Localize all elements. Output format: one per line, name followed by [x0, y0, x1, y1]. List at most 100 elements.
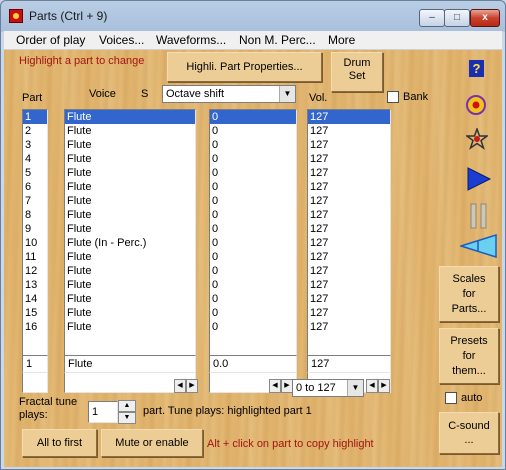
menu-waveforms[interactable]: Waveforms... — [156, 33, 226, 47]
drum-set-button[interactable]: Drum Set — [331, 52, 383, 92]
volume-list-item[interactable]: 127 — [308, 110, 390, 124]
part-list[interactable]: 1 2 3 4 5 6 7 8 9 10 11 12 13 14 15 16 — [22, 109, 48, 393]
chevron-down-icon[interactable]: ▼ — [347, 380, 363, 396]
voice-list-item[interactable]: Flute (In - Perc.) — [65, 236, 195, 250]
menu-voices[interactable]: Voices... — [99, 33, 144, 47]
shift-list-item[interactable]: 0 — [210, 306, 296, 320]
part-list-item[interactable]: 4 — [23, 152, 47, 166]
shift-list-item[interactable]: 0 — [210, 236, 296, 250]
voice-list-item[interactable]: Flute — [65, 208, 195, 222]
fractal-tune-spinner[interactable]: ▲ ▼ — [118, 400, 136, 424]
menu-more[interactable]: More — [328, 33, 355, 47]
volume-list-item[interactable]: 127 — [308, 278, 390, 292]
volume-list-item[interactable]: 127 — [308, 292, 390, 306]
part-list-item[interactable]: 2 — [23, 124, 47, 138]
menu-order-of-play[interactable]: Order of play — [16, 33, 85, 47]
minimize-button[interactable]: – — [419, 9, 445, 27]
voice-list-item[interactable]: Flute — [65, 110, 195, 124]
shift-list-item[interactable]: 0 — [210, 166, 296, 180]
spin-down-icon[interactable]: ▼ — [118, 412, 136, 424]
volume-list[interactable]: 127 127 127 127 127 127 127 127 127 127 127 127 127 1… — [307, 109, 391, 393]
shift-list-item[interactable]: 0 — [210, 320, 296, 334]
bank-checkbox[interactable] — [387, 91, 399, 103]
volume-list-item[interactable]: 127 — [308, 320, 390, 334]
volume-list-item[interactable]: 127 — [308, 250, 390, 264]
part-list-item[interactable]: 10 — [23, 236, 47, 250]
part-list-item[interactable]: 12 — [23, 264, 47, 278]
voice-list[interactable]: Flute Flute Flute Flute Flute Flute Flute Flute… — [64, 109, 196, 393]
part-list-item[interactable]: 8 — [23, 208, 47, 222]
part-list-item[interactable]: 1 — [23, 110, 47, 124]
close-button[interactable]: x — [470, 9, 500, 27]
part-list-item[interactable]: 15 — [23, 306, 47, 320]
volume-list-item[interactable]: 127 — [308, 306, 390, 320]
voice-list-item[interactable]: Flute — [65, 152, 195, 166]
part-edit-field[interactable]: 1 — [22, 355, 48, 373]
voice-list-item[interactable]: Flute — [65, 306, 195, 320]
volume-list-item[interactable]: 127 — [308, 152, 390, 166]
scroll-right-icon[interactable]: ▶ — [186, 379, 198, 393]
shift-list-item[interactable]: 0 — [210, 138, 296, 152]
shift-list-item[interactable]: 0 — [210, 110, 296, 124]
range-select[interactable]: 0 to 127 ▼ — [292, 379, 364, 397]
help-icon[interactable]: ? — [469, 60, 484, 77]
shift-list-item[interactable]: 0 — [210, 278, 296, 292]
c-sound-button[interactable]: C-sound ... — [439, 412, 499, 454]
maximize-button[interactable]: □ — [444, 9, 470, 27]
all-to-first-button[interactable]: All to first — [22, 429, 97, 457]
play-icon[interactable] — [466, 166, 492, 192]
shift-list-item[interactable]: 0 — [210, 194, 296, 208]
part-list-item[interactable]: 5 — [23, 166, 47, 180]
star-icon[interactable] — [466, 128, 488, 150]
part-list-item[interactable]: 16 — [23, 320, 47, 334]
volume-wedge-icon[interactable] — [460, 234, 498, 258]
volume-list-item[interactable]: 127 — [308, 222, 390, 236]
pause-icon[interactable] — [469, 203, 489, 229]
voice-list-item[interactable]: Flute — [65, 194, 195, 208]
part-list-item[interactable]: 14 — [23, 292, 47, 306]
volume-list-item[interactable]: 127 — [308, 180, 390, 194]
voice-scroll[interactable]: ◀ ▶ — [174, 379, 198, 393]
part-properties-button[interactable]: Highli. Part Properties... — [167, 52, 322, 82]
presets-button[interactable]: Presets for them... — [439, 328, 499, 384]
voice-list-item[interactable]: Flute — [65, 264, 195, 278]
shift-list-item[interactable]: 0 — [210, 152, 296, 166]
shift-list-item[interactable]: 0 — [210, 292, 296, 306]
volume-list-item[interactable]: 127 — [308, 124, 390, 138]
fractal-tune-input[interactable]: 1 — [88, 401, 118, 423]
auto-checkbox[interactable] — [445, 392, 457, 404]
voice-list-item[interactable]: Flute — [65, 250, 195, 264]
voice-list-item[interactable]: Flute — [65, 292, 195, 306]
scales-for-parts-button[interactable]: Scales for Parts... — [439, 266, 499, 322]
part-list-item[interactable]: 3 — [23, 138, 47, 152]
shift-edit-field[interactable]: 0.0 — [209, 355, 297, 373]
chevron-down-icon[interactable]: ▼ — [279, 86, 295, 102]
volume-list-item[interactable]: 127 — [308, 138, 390, 152]
volume-scroll[interactable]: ◀ ▶ — [366, 379, 390, 393]
volume-list-item[interactable]: 127 — [308, 166, 390, 180]
voice-list-item[interactable]: Flute — [65, 124, 195, 138]
scroll-left-icon[interactable]: ◀ — [269, 379, 281, 393]
menu-non-m-perc[interactable]: Non M. Perc... — [239, 33, 316, 47]
volume-edit-field[interactable]: 127 — [307, 355, 391, 373]
shift-list-item[interactable]: 0 — [210, 222, 296, 236]
voice-list-item[interactable]: Flute — [65, 320, 195, 334]
shift-list[interactable]: 0000000000000000 — [209, 109, 297, 393]
voice-list-item[interactable]: Flute — [65, 138, 195, 152]
volume-list-item[interactable]: 127 — [308, 264, 390, 278]
shift-list-item[interactable]: 0 — [210, 250, 296, 264]
record-target-icon[interactable] — [466, 95, 486, 115]
shift-list-item[interactable]: 0 — [210, 208, 296, 222]
shift-list-item[interactable]: 0 — [210, 124, 296, 138]
part-list-item[interactable]: 7 — [23, 194, 47, 208]
voice-list-item[interactable]: Flute — [65, 278, 195, 292]
shift-list-item[interactable]: 0 — [210, 180, 296, 194]
part-list-item[interactable]: 11 — [23, 250, 47, 264]
scroll-left-icon[interactable]: ◀ — [174, 379, 186, 393]
mute-or-enable-button[interactable]: Mute or enable — [101, 429, 203, 457]
shift-scroll[interactable]: ◀ ▶ — [269, 379, 293, 393]
shift-list-item[interactable]: 0 — [210, 264, 296, 278]
shift-type-select[interactable]: Octave shift ▼ — [162, 85, 296, 103]
voice-list-item[interactable]: Flute — [65, 166, 195, 180]
volume-list-item[interactable]: 127 — [308, 236, 390, 250]
